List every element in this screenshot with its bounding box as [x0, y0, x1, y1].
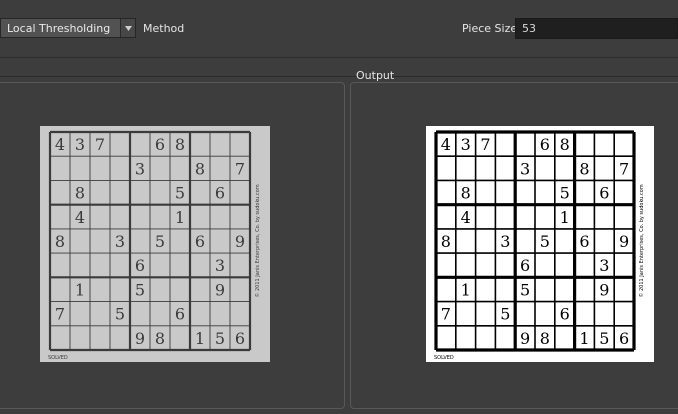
- output-digit: 4: [461, 208, 471, 227]
- input-digit: 8: [175, 135, 185, 154]
- input-digit: 6: [195, 232, 205, 251]
- input-digit: 1: [195, 329, 205, 348]
- input-digit: 6: [235, 329, 245, 348]
- output-label: Output: [356, 69, 395, 82]
- output-digit: 8: [540, 329, 550, 348]
- input-digit: 6: [155, 135, 165, 154]
- input-digit: 8: [55, 232, 65, 251]
- output-digit: 9: [599, 280, 609, 299]
- output-digit: 6: [619, 329, 629, 348]
- input-digit: 1: [75, 280, 85, 299]
- output-digit: 7: [480, 135, 490, 154]
- output-digit: 8: [579, 159, 589, 178]
- output-digit: 1: [579, 329, 589, 348]
- output-footer-text: SOLVED: [434, 355, 454, 361]
- output-digit: 6: [599, 184, 609, 203]
- input-digit: 8: [75, 184, 85, 203]
- piece-size-input[interactable]: 53: [515, 18, 678, 39]
- output-digit: 8: [461, 184, 471, 203]
- output-digit: 8: [441, 232, 451, 251]
- input-digit: 3: [115, 232, 125, 251]
- input-footer-text: SOLVED: [48, 355, 68, 361]
- input-digit: 3: [135, 159, 145, 178]
- output-digit: 6: [520, 256, 530, 275]
- output-digit: 4: [441, 135, 451, 154]
- piece-size-label: Piece Size: [462, 22, 518, 35]
- input-digit: 8: [195, 159, 205, 178]
- output-digit: 3: [520, 159, 530, 178]
- input-digit: 1: [175, 208, 185, 227]
- output-digit: 9: [619, 232, 629, 251]
- section-divider: [0, 76, 678, 77]
- output-digit: 5: [560, 184, 570, 203]
- output-digit: 3: [599, 256, 609, 275]
- input-digit: 5: [215, 329, 225, 348]
- output-sudoku-image: 4 3 7 6 83 8 78 5 64 18 3 5 6 96 31 5 97 5 69 8 1 5 6© 2011 Ja…: [426, 126, 654, 362]
- method-dropdown[interactable]: Local Thresholding: [0, 18, 136, 38]
- output-digit: 5: [500, 305, 510, 324]
- input-digit: 6: [175, 305, 185, 324]
- input-margin-text: © 2011 Janis Enterprises, Co. by sudoku.…: [254, 184, 261, 297]
- input-digit: 8: [155, 329, 165, 348]
- input-digit: 6: [215, 184, 225, 203]
- output-digit: 9: [520, 329, 530, 348]
- toolbar: Local Thresholding Method Piece Size 53: [0, 0, 678, 58]
- input-digit: 7: [55, 305, 65, 324]
- output-digit: 5: [599, 329, 609, 348]
- input-digit: 5: [115, 305, 125, 324]
- output-digit: 3: [461, 135, 471, 154]
- method-label: Method: [143, 22, 185, 35]
- output-digit: 7: [441, 305, 451, 324]
- input-digit: 5: [155, 232, 165, 251]
- output-digit: 6: [560, 305, 570, 324]
- output-digit: 6: [540, 135, 550, 154]
- method-dropdown-value: Local Thresholding: [7, 21, 111, 35]
- input-digit: 3: [215, 256, 225, 275]
- input-digit: 9: [135, 329, 145, 348]
- output-digit: 3: [500, 232, 510, 251]
- output-digit: 6: [579, 232, 589, 251]
- input-digit: 4: [75, 208, 85, 227]
- output-digit: 5: [520, 280, 530, 299]
- input-digit: 5: [135, 280, 145, 299]
- input-digit: 7: [235, 159, 245, 178]
- input-digit: 9: [235, 232, 245, 251]
- input-sudoku-image: 4 3 7 6 83 8 78 5 64 18 3 5 6 96 31 5 97 5 69 8 1 5 6© 2011 Ja…: [40, 126, 270, 362]
- chevron-down-icon[interactable]: [120, 19, 135, 37]
- output-digit: 7: [619, 159, 629, 178]
- input-digit: 6: [135, 256, 145, 275]
- output-margin-text: © 2011 Janis Enterprises, Co. by sudoku.…: [638, 184, 645, 297]
- output-digit: 1: [461, 280, 471, 299]
- input-digit: 3: [75, 135, 85, 154]
- input-digit: 5: [175, 184, 185, 203]
- output-digit: 1: [560, 208, 570, 227]
- input-digit: 9: [215, 280, 225, 299]
- output-digit: 5: [540, 232, 550, 251]
- input-digit: 4: [55, 135, 65, 154]
- output-digit: 8: [560, 135, 570, 154]
- input-digit: 7: [95, 135, 105, 154]
